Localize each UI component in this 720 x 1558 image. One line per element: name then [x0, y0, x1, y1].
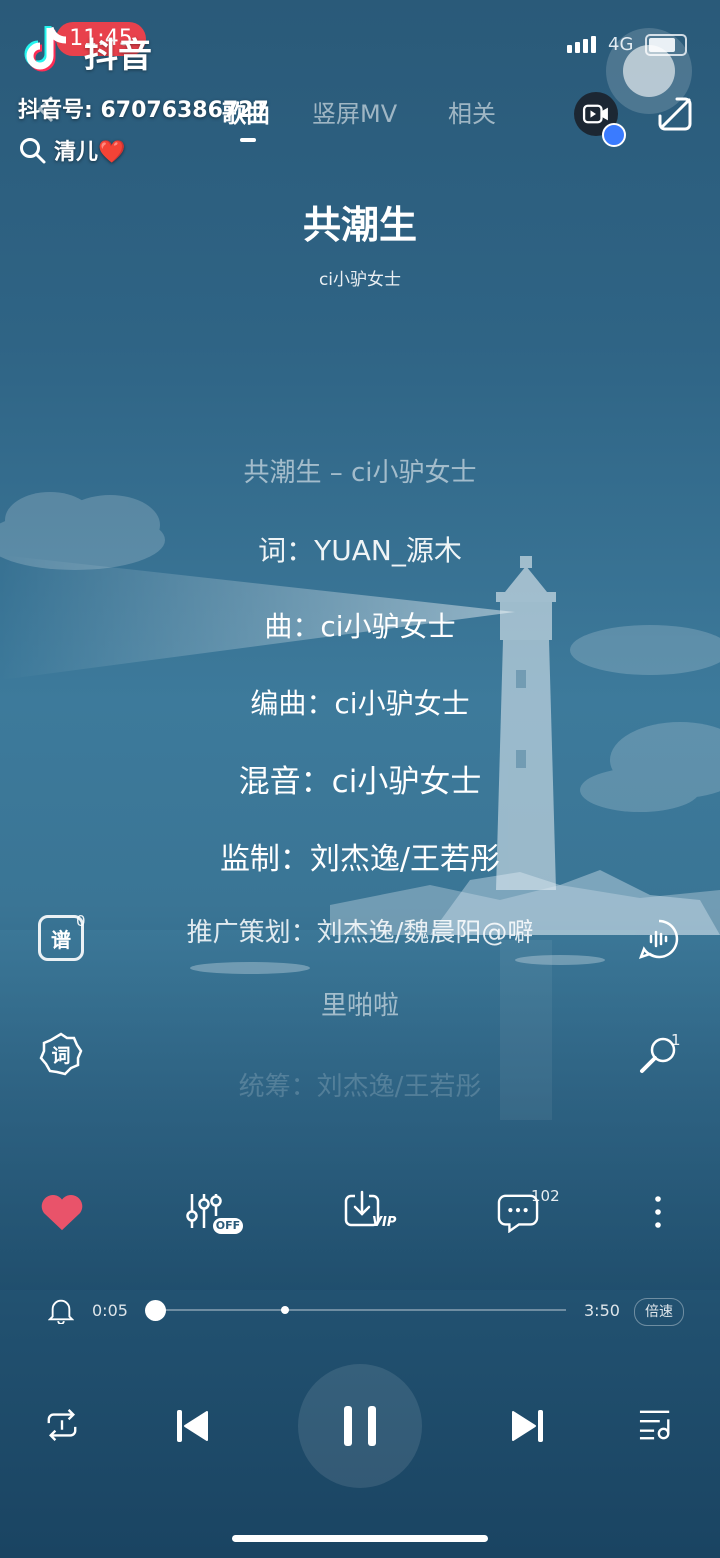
pause-icon [344, 1406, 376, 1446]
total-time: 3:50 [584, 1301, 620, 1320]
previous-icon[interactable] [174, 1408, 210, 1444]
live-audio-badge-icon [602, 123, 626, 147]
lyric-mode-button[interactable]: 词 [38, 1031, 84, 1077]
douyin-logo-icon [24, 26, 67, 72]
music-player-screen: 11:45 4G 抖音 抖音号: 67076386727 清儿❤️ 歌曲 竖屏M… [0, 0, 720, 1558]
effects-off-badge: OFF [213, 1218, 243, 1234]
douyin-app-name: 抖音 [84, 36, 152, 76]
more-icon[interactable] [653, 1194, 663, 1230]
song-artist[interactable]: ci小驴女士 [0, 265, 720, 290]
lyric-line: 统筹：刘杰逸/王若彤 [238, 1072, 482, 1102]
tab-active-indicator [240, 138, 256, 142]
sheet-music-count: 0 [76, 912, 86, 930]
sheet-music-label: 谱 [51, 927, 71, 952]
lyric-line: 里啪啦 [320, 991, 399, 1021]
lyric-line-current: 混音：ci小驴女士 [238, 764, 482, 800]
lyric-line: 推广策划：刘杰逸/魏晨阳@噼 [186, 918, 534, 948]
lyric-line: 编曲：ci小驴女士 [250, 687, 470, 720]
loop-icon[interactable] [43, 1408, 81, 1442]
cellular-signal-icon [567, 34, 599, 53]
next-icon[interactable] [510, 1408, 546, 1444]
lyric-line: 监制：刘杰逸/王若彤 [219, 842, 501, 877]
home-indicator[interactable] [232, 1535, 488, 1542]
song-title: 共潮生 [302, 203, 417, 247]
lyric-line: 曲：ci小驴女士 [264, 610, 456, 643]
speed-button[interactable]: 倍速 [634, 1298, 684, 1326]
tab-related[interactable]: 相关 [448, 94, 496, 129]
karaoke-count: 1 [671, 1031, 681, 1049]
share-icon[interactable] [655, 94, 695, 134]
back-chevron-icon[interactable] [36, 94, 56, 124]
tab-song[interactable]: 歌曲 [222, 94, 270, 129]
comment-count: 102 [531, 1187, 560, 1205]
heart-icon[interactable] [39, 1192, 85, 1232]
lyric-line: 词：YUAN_源木 [258, 534, 462, 567]
douyin-search-text: 清儿❤️ [54, 140, 126, 165]
voice-wave-icon[interactable] [637, 917, 681, 961]
lyric-line: 共潮生 – ci小驴女士 [243, 458, 477, 488]
lyric-mode-label: 词 [51, 1044, 71, 1067]
video-camera-icon [582, 104, 608, 124]
progress-track[interactable] [146, 1309, 566, 1311]
progress-buffer-marker [280, 1306, 289, 1314]
tab-vertical-mv[interactable]: 竖屏MV [312, 94, 397, 129]
playlist-icon[interactable] [637, 1408, 675, 1442]
download-vip-badge: VIP [372, 1215, 397, 1230]
current-time: 0:05 [92, 1301, 128, 1320]
bell-icon[interactable] [48, 1296, 74, 1324]
search-icon [20, 138, 46, 164]
